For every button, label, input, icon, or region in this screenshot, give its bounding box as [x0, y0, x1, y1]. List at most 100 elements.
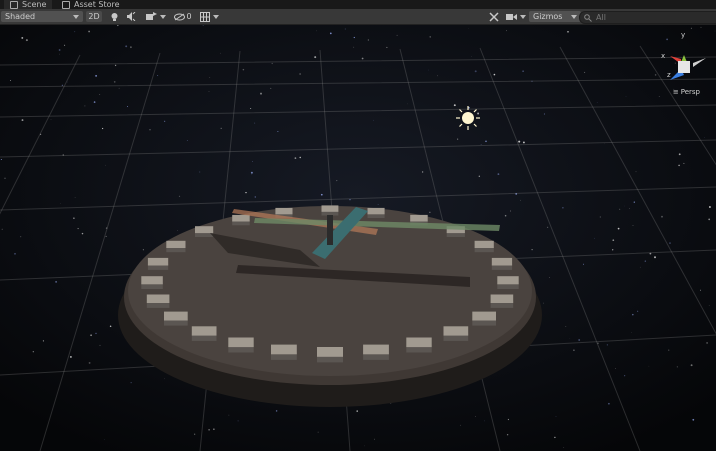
- star: [690, 364, 693, 367]
- star: [118, 87, 120, 89]
- lighting-toggle-button[interactable]: [107, 11, 121, 22]
- chevron-down-icon: [520, 14, 526, 19]
- star: [113, 81, 116, 83]
- store-icon: [62, 0, 70, 9]
- star: [407, 103, 408, 105]
- tools-button[interactable]: [487, 11, 501, 22]
- star: [164, 120, 166, 122]
- star: [95, 332, 97, 335]
- tab-scene[interactable]: Scene: [4, 0, 53, 9]
- star: [396, 34, 398, 36]
- star: [421, 171, 424, 173]
- scene-toolbar: Shaded 2D 0 Gizmos All: [0, 9, 716, 25]
- star: [25, 39, 28, 42]
- star: [606, 344, 609, 346]
- star: [1, 228, 3, 230]
- star: [666, 38, 668, 41]
- tab-asset-store[interactable]: Asset Store: [56, 0, 126, 9]
- star: [428, 69, 429, 71]
- star: [546, 226, 549, 228]
- gizmos-dropdown[interactable]: Gizmos: [529, 11, 581, 22]
- star: [317, 431, 319, 433]
- hour-marker: [497, 276, 519, 289]
- tools-icon: [489, 11, 499, 22]
- star: [299, 156, 301, 159]
- star: [254, 122, 256, 124]
- shading-mode-dropdown[interactable]: Shaded: [1, 11, 83, 22]
- projection-label: Persp: [680, 88, 700, 96]
- star: [518, 140, 521, 143]
- star: [4, 177, 6, 179]
- hour-marker: [406, 337, 432, 353]
- star: [612, 249, 614, 251]
- star: [209, 77, 211, 78]
- star: [567, 30, 569, 33]
- star: [127, 105, 129, 107]
- audio-toggle-button[interactable]: [124, 11, 138, 22]
- star: [615, 368, 616, 369]
- star: [573, 349, 575, 352]
- clock-model[interactable]: [118, 205, 542, 407]
- scene-viewport[interactable]: y x z ≡ Persp: [0, 25, 716, 451]
- star: [373, 119, 374, 121]
- star: [648, 365, 650, 367]
- star: [594, 237, 595, 239]
- clock-spindle: [327, 215, 333, 245]
- effects-dropdown[interactable]: [143, 11, 169, 22]
- star: [105, 235, 107, 237]
- star: [125, 45, 128, 48]
- gizmo-center-cube: [678, 61, 690, 73]
- star: [88, 361, 91, 364]
- star: [654, 256, 656, 259]
- star: [61, 84, 63, 86]
- star: [633, 201, 635, 203]
- star: [632, 225, 634, 226]
- chevron-down-icon: [571, 14, 577, 19]
- star: [242, 68, 245, 71]
- star: [437, 75, 438, 77]
- tab-scene-label: Scene: [22, 0, 47, 9]
- star: [531, 248, 533, 251]
- star: [178, 195, 181, 197]
- star: [493, 73, 496, 76]
- grid-dropdown[interactable]: [196, 11, 222, 22]
- 2d-toggle-button[interactable]: 2D: [86, 11, 102, 22]
- directional-light-icon[interactable]: [456, 106, 480, 130]
- hour-marker: [321, 205, 339, 216]
- star: [578, 339, 581, 341]
- star: [674, 62, 676, 64]
- star: [199, 171, 201, 173]
- star: [706, 341, 709, 344]
- star: [632, 313, 634, 316]
- hidden-object-count: 0: [186, 12, 192, 21]
- hour-marker: [474, 240, 494, 253]
- star: [474, 70, 477, 73]
- star: [554, 436, 556, 439]
- star: [477, 112, 480, 115]
- star: [478, 175, 480, 177]
- search-input[interactable]: All: [579, 11, 716, 24]
- star: [213, 428, 215, 430]
- star: [683, 162, 685, 164]
- star: [678, 153, 681, 156]
- star: [480, 144, 482, 145]
- camera-dropdown[interactable]: [505, 11, 527, 22]
- star: [0, 159, 2, 160]
- star: [367, 39, 369, 41]
- star: [522, 70, 524, 73]
- star: [453, 104, 456, 107]
- star: [624, 375, 626, 377]
- star: [690, 27, 692, 29]
- grid-icon: [199, 11, 210, 22]
- camera-icon: [506, 13, 517, 20]
- speaker-icon: [127, 12, 136, 21]
- star: [104, 439, 105, 440]
- star: [617, 227, 620, 230]
- star: [101, 127, 104, 130]
- scene-visibility-toggle[interactable]: 0: [172, 11, 194, 22]
- star: [708, 218, 711, 221]
- x-axis-label: x: [661, 52, 665, 60]
- star: [654, 74, 657, 76]
- star: [644, 260, 646, 262]
- projection-toggle[interactable]: ≡ Persp: [673, 88, 700, 96]
